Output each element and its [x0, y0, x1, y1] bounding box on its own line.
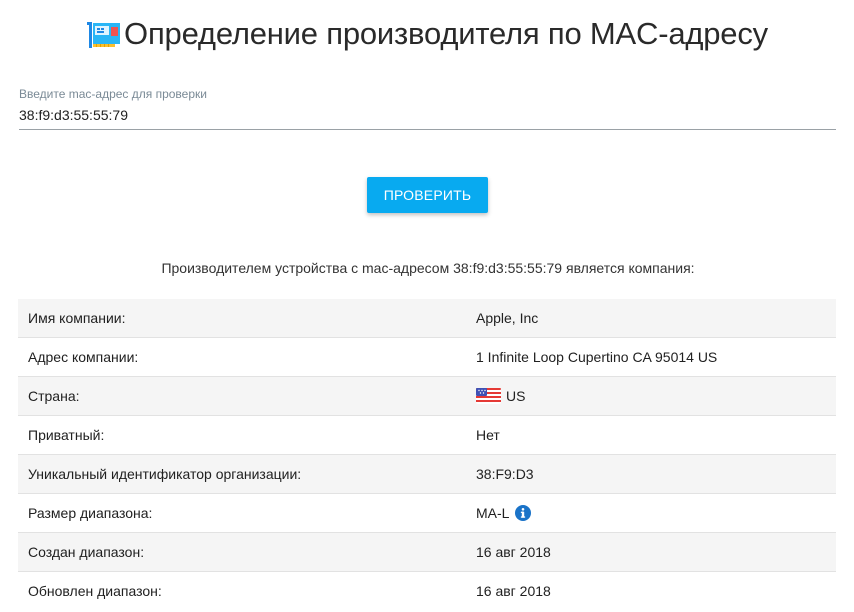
- row-label: Обновлен диапазон:: [18, 571, 466, 610]
- row-label: Страна:: [18, 376, 466, 416]
- row-value: 38:F9:D3: [466, 454, 836, 494]
- result-description: Производителем устройства с mac-адресом …: [161, 260, 695, 276]
- table-row: Приватный: Нет: [18, 415, 836, 455]
- table-row: Имя компании: Apple, Inc: [18, 299, 836, 338]
- table-row: Обновлен диапазон: 16 авг 2018: [18, 571, 836, 610]
- table-row: Создан диапазон: 16 авг 2018: [18, 532, 836, 572]
- range-size-value: MA-L: [476, 505, 510, 521]
- table-row: Размер диапазона: MA-L: [18, 493, 836, 533]
- country-value: US: [506, 388, 526, 404]
- row-value-cell: US: [466, 376, 836, 416]
- row-value: Apple, Inc: [466, 299, 836, 338]
- row-label: Уникальный идентификатор организации:: [18, 454, 466, 494]
- row-value: 1 Infinite Loop Cupertino CA 95014 US: [466, 337, 836, 377]
- table-row: Уникальный идентификатор организации: 38…: [18, 454, 836, 494]
- row-label: Приватный:: [18, 415, 466, 455]
- network-card-icon: [87, 22, 121, 48]
- row-label: Создан диапазон:: [18, 532, 466, 572]
- mac-input[interactable]: [19, 107, 836, 130]
- row-value: 16 авг 2018: [466, 532, 836, 572]
- table-row: Страна: US: [18, 376, 836, 416]
- mac-input-label: Введите mac-адрес для проверки: [19, 87, 207, 101]
- info-icon[interactable]: [515, 505, 532, 521]
- row-value: Нет: [466, 415, 836, 455]
- mac-input-group: Введите mac-адрес для проверки: [19, 86, 836, 130]
- us-flag-icon: [476, 388, 501, 404]
- row-value-cell: MA-L: [466, 493, 836, 533]
- row-value: 16 авг 2018: [466, 571, 836, 610]
- page-header: Определение производителя по MAC-адресу: [0, 14, 854, 54]
- row-label: Имя компании:: [18, 299, 466, 338]
- company-info-table: Имя компании: Apple, Inc Адрес компании:…: [18, 299, 836, 610]
- row-label: Адрес компании:: [18, 337, 466, 377]
- row-label: Размер диапазона:: [18, 493, 466, 533]
- page-title: Определение производителя по MAC-адресу: [124, 16, 768, 51]
- table-row: Адрес компании: 1 Infinite Loop Cupertin…: [18, 337, 836, 377]
- check-button[interactable]: ПРОВЕРИТЬ: [367, 177, 488, 213]
